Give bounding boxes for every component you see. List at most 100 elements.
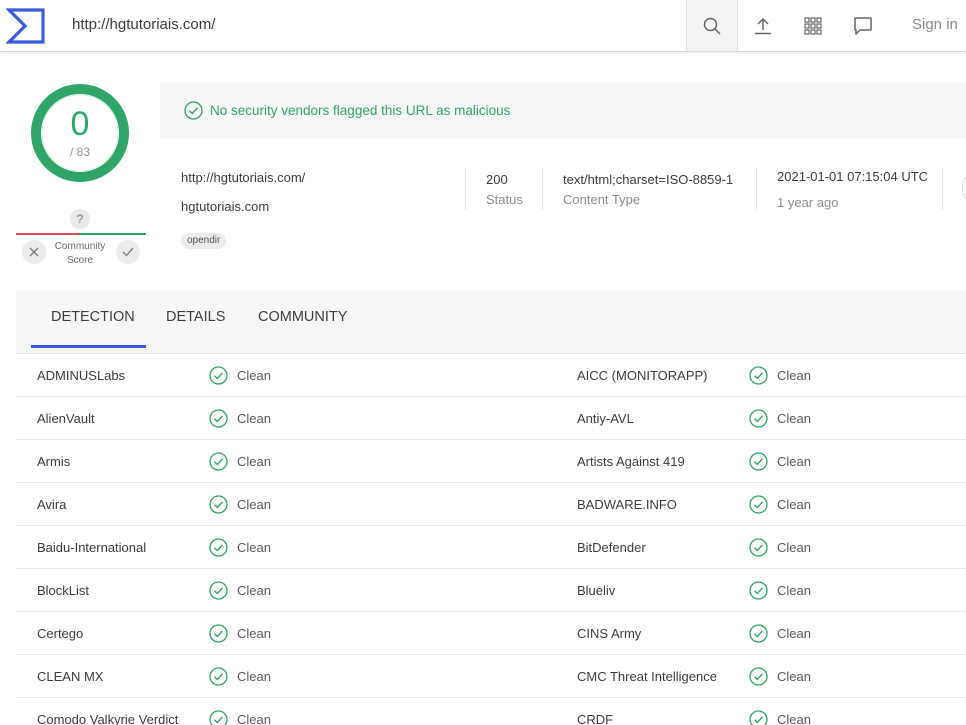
tab-detection[interactable]: DETECTION: [51, 309, 135, 325]
check-circle-icon: [209, 624, 228, 643]
sign-in-link[interactable]: Sign in: [912, 16, 958, 33]
table-row: Certego Clean CINS Army Clean: [16, 612, 966, 655]
vendor-name: CINS Army: [577, 626, 642, 641]
tab-community[interactable]: COMMUNITY: [258, 309, 347, 325]
vendor-result: Clean: [777, 411, 811, 426]
table-row: CLEAN MX Clean CMC Threat Intelligence Clea…: [16, 655, 966, 698]
vendor-name: BlockList: [37, 583, 90, 598]
table-row: Comodo Valkyrie Verdict Clean CRDF Clean: [16, 698, 966, 725]
score-total: / 83: [69, 145, 90, 159]
community-label-line1: Community: [54, 241, 106, 252]
active-tab-indicator: [31, 345, 146, 348]
community-score-label: Community Score: [46, 240, 114, 268]
tab-details[interactable]: DETAILS: [166, 309, 225, 325]
vendor-name: Avira: [37, 497, 67, 512]
vendor-result: Clean: [237, 712, 271, 725]
tab-bar: DETECTION DETAILS COMMUNITY: [16, 291, 966, 354]
table-row: ADMINUSLabs Clean AICC (MONITORAPP) Clean: [16, 354, 966, 397]
vendor-name: Certego: [37, 626, 84, 641]
upload-icon: [755, 17, 771, 34]
divider: [542, 168, 543, 210]
check-circle-icon: [749, 495, 768, 514]
score-value: 0: [70, 105, 90, 143]
table-row: Baidu-International Clean BitDefender Clean: [16, 526, 966, 569]
community-score-question[interactable]: ?: [70, 209, 90, 229]
vote-harmless-button[interactable]: [116, 240, 140, 264]
apps-button[interactable]: [789, 0, 837, 51]
close-icon: [29, 247, 39, 257]
search-input[interactable]: http://hgtutoriais.com/: [72, 16, 215, 33]
check-circle-icon: [209, 409, 228, 428]
vendor-name: Antiy-AVL: [577, 411, 634, 426]
verdict-banner: No security vendors flagged this URL as …: [160, 83, 966, 138]
check-icon: [122, 247, 134, 257]
vendor-result: Clean: [777, 626, 811, 641]
vendor-name: CLEAN MX: [37, 669, 104, 684]
top-bar: http://hgtutoriais.com/ Sign in: [0, 0, 966, 52]
virustotal-logo-icon[interactable]: [6, 7, 46, 45]
community-bar-positive: [79, 233, 146, 235]
check-circle-icon: [749, 710, 768, 725]
http-status-value: 200: [486, 172, 508, 187]
vendor-result: Clean: [777, 712, 811, 725]
vendor-name: AICC (MONITORAPP): [577, 368, 708, 383]
grid-icon: [804, 16, 822, 35]
community-score: ? Community Score: [16, 207, 146, 269]
verdict-text: No security vendors flagged this URL as …: [210, 103, 511, 118]
content-type-label: Content Type: [563, 192, 641, 207]
vendor-name: Artists Against 419: [577, 454, 685, 469]
vendor-result: Clean: [237, 368, 271, 383]
table-row: Armis Clean Artists Against 419 Clean: [16, 440, 966, 483]
vendor-name: BitDefender: [577, 540, 646, 555]
vendor-result: Clean: [777, 583, 811, 598]
search-button[interactable]: [686, 0, 738, 51]
http-status-label: Status: [486, 192, 523, 207]
vendor-result: Clean: [237, 454, 271, 469]
analysis-date-relative: 1 year ago: [777, 195, 839, 210]
scanned-domain[interactable]: hgtutoriais.com: [181, 199, 269, 214]
vendor-result: Clean: [777, 454, 811, 469]
vendor-result: Clean: [237, 411, 271, 426]
vendor-name: Blueliv: [577, 583, 616, 598]
check-circle-icon: [209, 538, 228, 557]
check-circle-icon: [749, 366, 768, 385]
vendor-name: BADWARE.INFO: [577, 497, 677, 512]
check-circle-icon: [749, 538, 768, 557]
content-type-value: text/html;charset=ISO-8859-1: [563, 172, 734, 187]
table-row: BlockList Clean Blueliv Clean: [16, 569, 966, 612]
check-circle-icon: [749, 409, 768, 428]
check-circle-icon: [749, 452, 768, 471]
vendor-result: Clean: [777, 368, 811, 383]
chat-button[interactable]: [839, 0, 887, 51]
chat-icon: [854, 16, 872, 35]
vendor-name: Comodo Valkyrie Verdict: [37, 712, 179, 725]
vendor-name: ADMINUSLabs: [37, 368, 126, 383]
more-button[interactable]: [962, 174, 966, 202]
table-row: Avira Clean BADWARE.INFO Clean: [16, 483, 966, 526]
check-circle-icon: [184, 101, 203, 120]
check-circle-icon: [209, 452, 228, 471]
scanned-url: http://hgtutoriais.com/: [181, 170, 306, 185]
divider: [756, 168, 757, 210]
divider: [942, 168, 943, 210]
check-circle-icon: [749, 581, 768, 600]
analysis-date: 2021-01-01 07:15:04 UTC: [777, 169, 929, 184]
vendor-result: Clean: [777, 669, 811, 684]
check-circle-icon: [209, 495, 228, 514]
upload-button[interactable]: [739, 0, 787, 51]
vote-harmful-button[interactable]: [22, 240, 46, 264]
divider: [465, 168, 466, 210]
tag-badge[interactable]: opendir: [181, 233, 227, 249]
vendor-name: CRDF: [577, 712, 614, 725]
check-circle-icon: [209, 710, 228, 725]
search-icon: [703, 17, 721, 35]
check-circle-icon: [209, 366, 228, 385]
community-bar-negative: [16, 233, 79, 235]
check-circle-icon: [209, 667, 228, 686]
vendor-result: Clean: [237, 583, 271, 598]
vendor-result: Clean: [237, 497, 271, 512]
community-label-line2: Score: [66, 255, 94, 266]
vendor-result: Clean: [237, 540, 271, 555]
vendor-name: CMC Threat Intelligence: [577, 669, 717, 684]
table-row: AlienVault Clean Antiy-AVL Clean: [16, 397, 966, 440]
